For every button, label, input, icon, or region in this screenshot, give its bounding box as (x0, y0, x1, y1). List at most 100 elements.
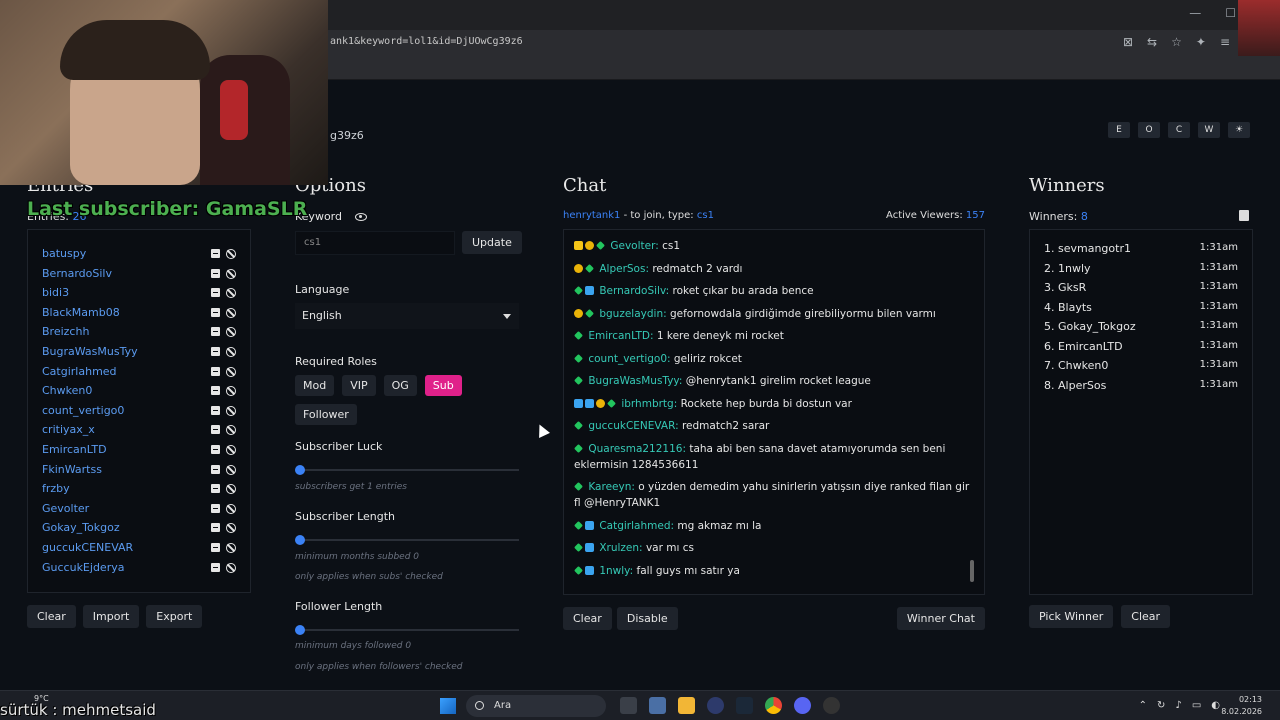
language-select[interactable]: English (295, 303, 519, 329)
sub-length-slider[interactable] (295, 535, 519, 545)
ban-icon[interactable] (226, 366, 236, 377)
copy-icon[interactable] (1239, 210, 1249, 221)
ban-icon[interactable] (226, 542, 236, 553)
slider-knob[interactable] (295, 625, 305, 635)
role-toggle[interactable]: Mod (295, 375, 335, 396)
obs-icon[interactable] (823, 697, 840, 714)
role-toggle[interactable]: Sub (424, 375, 462, 396)
ban-icon[interactable] (226, 503, 236, 514)
ban-icon[interactable] (226, 386, 236, 397)
theme-button[interactable]: O (1138, 122, 1160, 138)
minimize-icon[interactable]: — (1189, 6, 1201, 20)
theme-button[interactable]: C (1168, 122, 1190, 138)
remove-entry-icon[interactable] (211, 386, 220, 396)
chat-username[interactable]: AlperSos: (599, 263, 649, 275)
winner-chat-button[interactable]: Winner Chat (896, 607, 985, 630)
entry-name[interactable]: GuccukEjderya (42, 561, 124, 574)
bookmark-star-icon[interactable]: ☆ (1171, 35, 1182, 49)
winners-clear-button[interactable]: Clear (1121, 605, 1171, 628)
taskbar-search[interactable]: Ara (466, 695, 606, 717)
volume-icon[interactable]: ◐ (1211, 700, 1220, 711)
entry-name[interactable]: guccukCENEVAR (42, 541, 133, 554)
eye-icon[interactable] (355, 213, 368, 221)
chat-username[interactable]: Catgirlahmed: (599, 520, 674, 532)
winner-row[interactable]: 8. AlperSos 1:31am (1030, 379, 1252, 399)
remove-entry-icon[interactable] (211, 405, 220, 415)
remove-entry-icon[interactable] (211, 503, 220, 513)
chat-username[interactable]: 1nwly: (599, 565, 633, 577)
slider-knob[interactable] (295, 465, 305, 475)
winner-row[interactable]: 2. 1nwly 1:31am (1030, 262, 1252, 282)
ban-icon[interactable] (226, 268, 236, 279)
role-toggle[interactable]: VIP (342, 375, 376, 396)
chevron-up-icon[interactable]: ⌃ (1139, 700, 1147, 711)
role-toggle[interactable]: Follower (295, 404, 357, 425)
winner-row[interactable]: 5. Gokay_Tokgoz 1:31am (1030, 320, 1252, 340)
winner-row[interactable]: 1. sevmangotr1 1:31am (1030, 242, 1252, 262)
entry-name[interactable]: BlackMamb08 (42, 306, 120, 319)
export-button[interactable]: Export (146, 605, 203, 628)
entry-name[interactable]: Breizchh (42, 325, 89, 338)
remove-entry-icon[interactable] (211, 484, 220, 494)
url-text[interactable]: ank1&keyword=lol1&id=DjUOwCg39z6 (330, 36, 523, 47)
entry-name[interactable]: EmircanLTD (42, 443, 107, 456)
maximize-icon[interactable]: ☐ (1225, 6, 1236, 20)
winner-row[interactable]: 3. GksR 1:31am (1030, 281, 1252, 301)
entry-name[interactable]: FkinWartss (42, 463, 102, 476)
ban-icon[interactable] (226, 307, 236, 318)
chat-username[interactable]: BernardoSilv: (599, 285, 669, 297)
keyword-input[interactable]: cs1 (295, 231, 455, 255)
ban-icon[interactable] (226, 346, 236, 357)
remove-entry-icon[interactable] (211, 249, 220, 258)
update-button[interactable]: Update (462, 231, 522, 254)
remove-entry-icon[interactable] (211, 268, 220, 278)
ban-icon[interactable] (226, 425, 236, 436)
ban-icon[interactable] (226, 288, 236, 299)
remove-entry-icon[interactable] (211, 523, 220, 533)
ban-icon[interactable] (226, 484, 236, 495)
chat-username[interactable]: Xrulzen: (599, 542, 642, 554)
entry-name[interactable]: Gevolter (42, 502, 89, 515)
role-toggle[interactable]: OG (383, 375, 417, 396)
remove-entry-icon[interactable] (211, 288, 220, 298)
ban-icon[interactable] (226, 523, 236, 534)
file-explorer-icon[interactable] (678, 697, 695, 714)
winner-row[interactable]: 6. EmircanLTD 1:31am (1030, 340, 1252, 360)
chrome-icon[interactable] (765, 697, 782, 714)
entry-name[interactable]: critiyax_x (42, 423, 95, 436)
remove-entry-icon[interactable] (211, 562, 220, 572)
winner-row[interactable]: 7. Chwken0 1:31am (1030, 359, 1252, 379)
entry-name[interactable]: Gokay_Tokgoz (42, 521, 120, 534)
theme-button[interactable]: E (1108, 122, 1130, 138)
entry-name[interactable]: count_vertigo0 (42, 404, 124, 417)
task-view-icon[interactable] (620, 697, 637, 714)
entry-name[interactable]: batuspy (42, 247, 86, 260)
windows-start-icon[interactable] (440, 698, 456, 714)
remove-entry-icon[interactable] (211, 542, 220, 552)
camera-off-icon[interactable]: ⊠ (1123, 35, 1133, 49)
remove-entry-icon[interactable] (211, 327, 220, 337)
remove-entry-icon[interactable] (211, 366, 220, 376)
ban-icon[interactable] (226, 562, 236, 573)
winner-row[interactable]: 4. Blayts 1:31am (1030, 301, 1252, 321)
entries-clear-button[interactable]: Clear (27, 605, 76, 628)
chat-username[interactable]: count_vertigo0: (588, 353, 670, 365)
translate-icon[interactable]: ⇆ (1147, 35, 1157, 49)
ban-icon[interactable] (226, 464, 236, 475)
host-name[interactable]: henrytank1 (563, 210, 620, 221)
ban-icon[interactable] (226, 444, 236, 455)
theme-button[interactable]: W (1198, 122, 1220, 138)
mic-icon[interactable]: ♪ (1175, 700, 1181, 711)
entry-name[interactable]: Chwken0 (42, 384, 92, 397)
chat-username[interactable]: EmircanLTD: (588, 330, 653, 342)
remove-entry-icon[interactable] (211, 444, 220, 454)
chat-username[interactable]: bguzelaydin: (599, 308, 666, 320)
remove-entry-icon[interactable] (211, 307, 220, 317)
remove-entry-icon[interactable] (211, 346, 220, 356)
chat-scrollbar[interactable] (970, 560, 974, 582)
monitor-icon[interactable]: ▭ (1192, 700, 1201, 711)
entry-name[interactable]: bidi3 (42, 286, 69, 299)
pick-winner-button[interactable]: Pick Winner (1029, 605, 1114, 628)
entry-name[interactable]: frzby (42, 482, 70, 495)
calculator-icon[interactable] (649, 697, 666, 714)
